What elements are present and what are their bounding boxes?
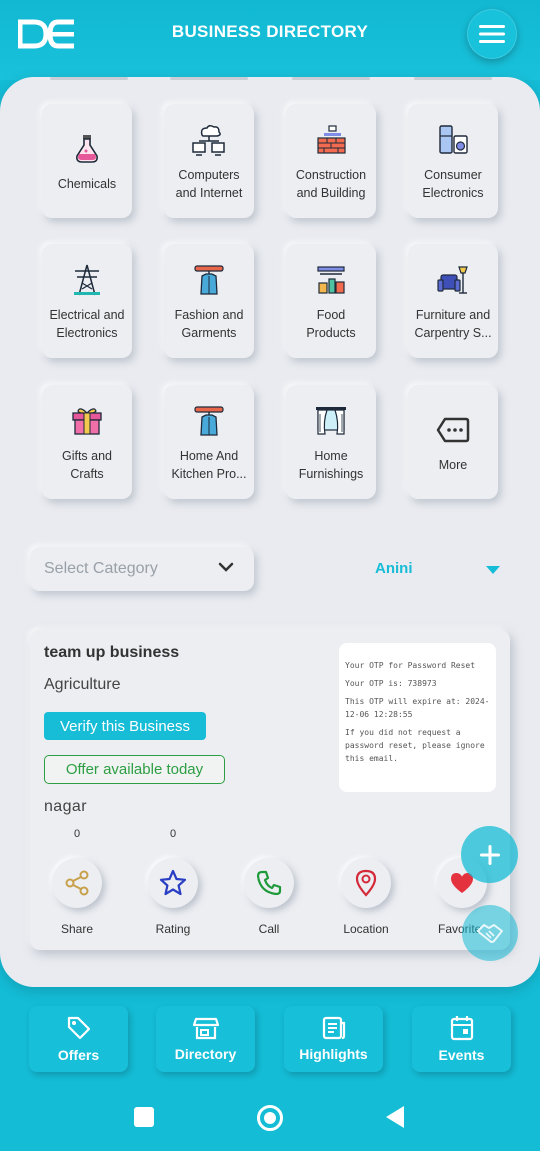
business-image-otp-email[interactable]: Your OTP for Password Reset Your OTP is:… [339, 643, 496, 792]
system-navigation-bar [0, 1090, 540, 1151]
share-icon [65, 870, 89, 896]
share-count: 0 [74, 828, 81, 840]
category-select-placeholder: Select Category [44, 560, 158, 577]
nav-events[interactable]: Events [412, 1006, 511, 1072]
category-tile-electrical[interactable]: Electrical and Electronics [42, 244, 132, 358]
category-tile-more[interactable]: More [408, 385, 498, 499]
nav-offers-label: Offers [57, 1047, 100, 1063]
call-label: Call [258, 922, 280, 936]
nav-highlights-label: Highlights [299, 1046, 368, 1062]
star-icon [159, 869, 187, 896]
category-tile-food[interactable]: Food Products [286, 244, 376, 358]
offer-badge[interactable]: Offer available today [44, 755, 225, 784]
hamburger-menu-icon [479, 25, 505, 43]
category-label: Gifts and Crafts [61, 449, 113, 481]
category-tile-computers[interactable]: Computers and Internet [164, 104, 254, 218]
chevron-down-icon [218, 562, 234, 572]
handshake-icon [477, 924, 503, 943]
dropdown-arrow-icon [486, 566, 500, 574]
otp-line: If you did not request a password reset,… [345, 728, 485, 763]
menu-button[interactable] [467, 9, 517, 59]
app-header: BUSINESS DIRECTORY [0, 0, 540, 80]
computer-network-icon [189, 120, 229, 160]
category-select[interactable]: Select Category [30, 547, 254, 591]
category-tile-home-furnishings[interactable]: Home Furnishings [286, 385, 376, 499]
food-shelf-icon [311, 260, 351, 300]
apron-hanger-icon [189, 401, 229, 441]
nav-directory-label: Directory [174, 1046, 237, 1062]
category-label: Fashion and Garments [174, 308, 244, 340]
power-tower-icon [67, 260, 107, 300]
phone-icon [256, 870, 282, 896]
location-select[interactable]: Anini [360, 558, 510, 582]
calendar-icon [450, 1016, 473, 1041]
appliances-icon [433, 120, 473, 160]
curtains-icon [311, 401, 351, 441]
share-button[interactable] [52, 858, 102, 908]
category-label: Consumer Electronics [422, 168, 484, 200]
otp-line: This OTP will expire at: 2024-12-06 12:2… [345, 697, 490, 719]
rating-count: 0 [170, 828, 177, 840]
category-label: More [438, 458, 468, 472]
call-button[interactable] [244, 858, 294, 908]
category-label: Construction and Building [295, 168, 367, 200]
category-label: Home Furnishings [298, 449, 364, 481]
category-label: Chemicals [57, 177, 117, 191]
category-label: Food Products [306, 308, 356, 340]
rating-button[interactable] [148, 858, 198, 908]
location-label: Location [343, 922, 389, 936]
more-tag-icon [433, 410, 473, 450]
chemical-flask-icon [67, 129, 107, 169]
recents-button[interactable] [134, 1107, 154, 1127]
otp-line: Your OTP for Password Reset [345, 661, 476, 670]
handshake-fab-button[interactable] [462, 905, 518, 961]
home-button-dot [264, 1112, 276, 1124]
tag-icon [67, 1016, 90, 1040]
category-label: Electrical and Electronics [49, 308, 125, 340]
category-tile-gifts[interactable]: Gifts and Crafts [42, 385, 132, 499]
category-tile-consumer-electronics[interactable]: Consumer Electronics [408, 104, 498, 218]
home-button[interactable] [257, 1105, 283, 1131]
business-name: team up business [44, 644, 180, 661]
category-tile-home-kitchen[interactable]: Home And Kitchen Pro... [164, 385, 254, 499]
gift-box-icon [67, 401, 107, 441]
newspaper-icon [322, 1016, 345, 1040]
share-label: Share [60, 922, 94, 936]
nav-directory[interactable]: Directory [156, 1006, 255, 1072]
verify-business-button[interactable]: Verify this Business [44, 712, 206, 740]
location-button[interactable] [341, 858, 391, 908]
location-pin-icon [355, 869, 377, 897]
tab-indicator-stubs [0, 77, 540, 81]
category-label: Computers and Internet [175, 168, 243, 200]
location-value: Anini [375, 560, 413, 577]
brick-wall-icon [311, 120, 351, 160]
app-title: BUSINESS DIRECTORY [171, 22, 369, 41]
nav-offers[interactable]: Offers [29, 1006, 128, 1072]
otp-line: Your OTP is: 738973 [345, 679, 437, 688]
category-label: Home And Kitchen Pro... [171, 449, 247, 481]
business-area: nagar [44, 798, 87, 815]
business-category: Agriculture [44, 676, 121, 693]
garment-hanger-icon [189, 260, 229, 300]
category-tile-chemicals[interactable]: Chemicals [42, 104, 132, 218]
category-tile-furniture[interactable]: Furniture and Carpentry S... [408, 244, 498, 358]
back-button[interactable] [386, 1106, 404, 1128]
plus-icon [479, 844, 500, 865]
rating-label: Rating [155, 922, 191, 936]
nav-highlights[interactable]: Highlights [284, 1006, 383, 1072]
armchair-lamp-icon [433, 260, 473, 300]
category-label: Furniture and Carpentry S... [414, 308, 492, 340]
category-tile-construction[interactable]: Construction and Building [286, 104, 376, 218]
add-fab-button[interactable] [461, 826, 518, 883]
business-card[interactable]: team up business Agriculture Verify this… [30, 630, 510, 950]
store-icon [192, 1017, 219, 1040]
category-tile-fashion[interactable]: Fashion and Garments [164, 244, 254, 358]
nav-events-label: Events [438, 1047, 485, 1063]
